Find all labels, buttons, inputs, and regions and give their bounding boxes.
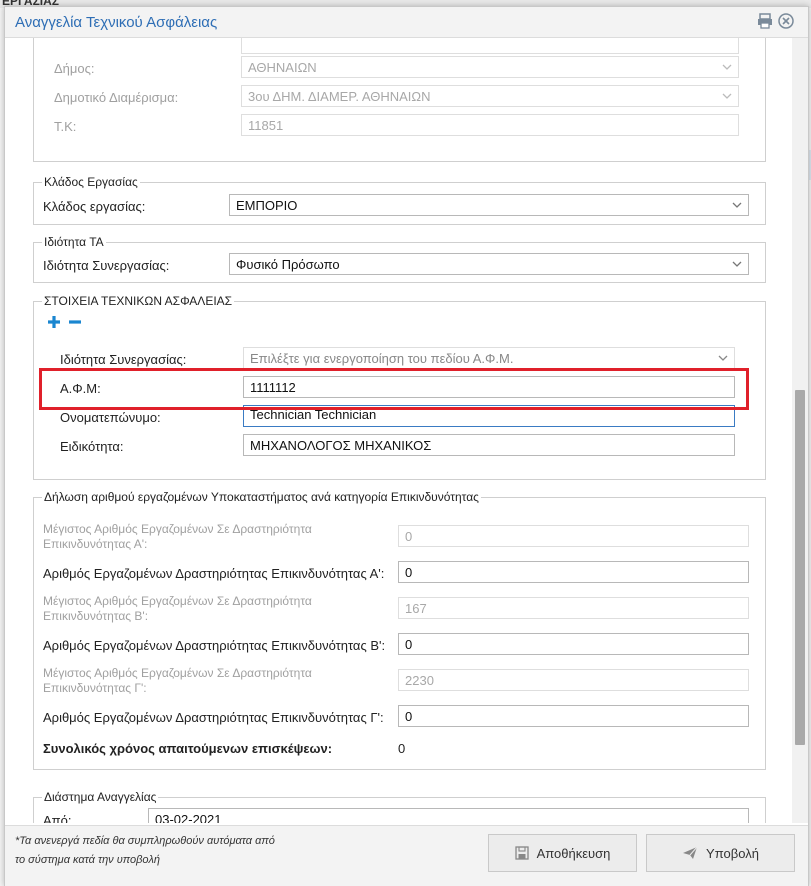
klados-legend: Κλάδος Εργασίας — [44, 175, 138, 189]
onoma-label: Ονοματεπώνυμο: — [60, 410, 161, 425]
klados-label: Κλάδος εργασίας: — [43, 199, 146, 214]
chevron-down-icon — [722, 93, 732, 99]
afm-highlight-box — [39, 368, 749, 410]
idiotita-legend: Ιδιότητα ΤΑ — [44, 235, 104, 249]
a-label: Αριθμός Εργαζομένων Δραστηριότητας Επικι… — [43, 566, 385, 581]
a-value: 0 — [405, 565, 413, 580]
dimos-label: Δήμος: — [54, 61, 95, 76]
floppy-disk-icon — [514, 846, 529, 860]
b-input[interactable]: 0 — [398, 633, 749, 655]
dialog-title: Αναγγελία Τεχνικού Ασφάλειας — [15, 14, 218, 31]
technikoi-legend: ΣΤΟΙΧΕΙΑ ΤΕΧΝΙΚΩΝ ΑΣΦΑΛΕΙΑΣ — [44, 294, 233, 308]
save-button[interactable]: Αποθήκευση — [488, 834, 637, 872]
technikos-idiotita-placeholder: Επιλέξτε για ενεργοποίηση του πεδίου Α.Φ… — [250, 351, 514, 366]
printer-icon[interactable] — [756, 12, 776, 32]
b-value: 0 — [405, 637, 413, 652]
max-a-value: 0 — [405, 529, 413, 544]
footer-note: *Τα ανενεργά πεδία θα συμπληρωθούν αυτόμ… — [15, 835, 275, 866]
max-c-label: Μέγιστος Αριθμός Εργαζομένων Σε Δραστηρι… — [43, 666, 312, 695]
dialog-footer: *Τα ανενεργά πεδία θα συμπληρωθούν αυτόμ… — [5, 825, 808, 886]
minus-icon — [69, 320, 81, 324]
dimos-value: ΑΘΗΝΑΙΩΝ — [248, 60, 317, 75]
apo-date-input[interactable]: 03-02-2021 — [148, 808, 749, 823]
save-button-label: Αποθήκευση — [536, 845, 611, 861]
a-input[interactable]: 0 — [398, 561, 749, 583]
c-label: Αριθμός Εργαζομένων Δραστηριότητας Επικι… — [43, 710, 384, 725]
c-value: 0 — [405, 709, 413, 724]
technical-safety-dialog: Αναγγελία Τεχνικού Ασφάλειας Δήμος: ΑΘΗΝ… — [4, 6, 809, 886]
technikos-idiotita-label: Ιδιότητα Συνεργασίας: — [60, 352, 187, 367]
diamerisma-value: 3ου ΔΗΜ. ΔΙΑΜΕΡ. ΑΘΗΝΑΙΩΝ — [248, 89, 431, 104]
submit-button-label: Υποβολή — [706, 845, 759, 861]
submit-button[interactable]: Υποβολή — [646, 834, 795, 872]
c-input[interactable]: 0 — [398, 705, 749, 727]
idiotita-label: Ιδιότητα Συνεργασίας: — [43, 258, 170, 273]
eidikotita-label: Ειδικότητα: — [60, 439, 124, 454]
tk-value: 11851 — [248, 118, 284, 133]
ergazomenoi-legend: Δήλωση αριθμού εργαζομένων Υποκαταστήματ… — [44, 490, 479, 504]
close-icon[interactable] — [777, 12, 797, 32]
max-b-value: 167 — [405, 601, 427, 616]
idiotita-value: Φυσικό Πρόσωπο — [236, 257, 340, 272]
total-value: 0 — [398, 741, 406, 756]
total-label: Συνολικός χρόνος απαιτούμενων επισκέψεων… — [43, 741, 333, 756]
diamerisma-label: Δημοτικό Διαμέρισμα: — [54, 90, 179, 105]
address-top-field — [241, 38, 739, 54]
max-a-input: 0 — [398, 525, 749, 547]
dialog-body: Δήμος: ΑΘΗΝΑΙΩΝ Δημοτικό Διαμέρισμα: 3ου… — [5, 38, 793, 823]
technikos-idiotita-select[interactable]: Επιλέξτε για ενεργοποίηση του πεδίου Α.Φ… — [243, 347, 735, 369]
chevron-down-icon — [722, 64, 732, 70]
tk-input: 11851 — [241, 114, 739, 136]
scrollbar-thumb[interactable] — [795, 390, 805, 745]
max-a-label: Μέγιστος Αριθμός Εργαζομένων Σε Δραστηρι… — [43, 522, 312, 551]
plus-icon — [48, 316, 60, 328]
chevron-down-icon — [732, 261, 742, 267]
dialog-titlebar: Αναγγελία Τεχνικού Ασφάλειας — [5, 7, 808, 38]
chevron-down-icon — [718, 355, 728, 361]
max-c-value: 2230 — [405, 673, 434, 688]
diamerisma-select: 3ου ΔΗΜ. ΔΙΑΜΕΡ. ΑΘΗΝΑΙΩΝ — [241, 85, 739, 107]
dimos-select: ΑΘΗΝΑΙΩΝ — [241, 56, 739, 78]
klados-select[interactable]: ΕΜΠΟΡΙΟ — [229, 194, 749, 216]
apo-value: 03-02-2021 — [155, 812, 222, 823]
apo-label: Από: — [43, 813, 72, 823]
b-label: Αριθμός Εργαζομένων Δραστηριότητας Επικι… — [43, 638, 386, 653]
eidikotita-input[interactable]: ΜΗΧΑΝΟΛΟΓΟΣ ΜΗΧΑΝΙΚΟΣ — [243, 434, 735, 456]
tk-label: Τ.Κ: — [54, 119, 77, 134]
vertical-scrollbar[interactable] — [792, 38, 808, 823]
max-b-input: 167 — [398, 597, 749, 619]
max-c-input: 2230 — [398, 669, 749, 691]
add-technician-button[interactable] — [47, 315, 61, 332]
idiotita-select[interactable]: Φυσικό Πρόσωπο — [229, 253, 749, 275]
diastima-legend: Διάστημα Αναγγελίας — [44, 790, 157, 804]
klados-value: ΕΜΠΟΡΙΟ — [236, 198, 298, 213]
max-b-label: Μέγιστος Αριθμός Εργαζομένων Σε Δραστηρι… — [43, 594, 312, 623]
paper-plane-icon — [683, 846, 698, 859]
chevron-down-icon — [732, 202, 742, 208]
remove-technician-button[interactable] — [68, 315, 82, 332]
eidikotita-value: ΜΗΧΑΝΟΛΟΓΟΣ ΜΗΧΑΝΙΚΟΣ — [250, 438, 432, 453]
